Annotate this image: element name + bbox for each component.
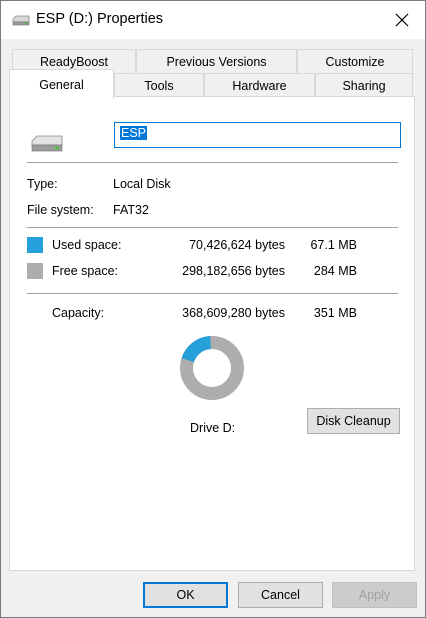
tab-customize[interactable]: Customize [297, 49, 413, 73]
properties-window: ESP (D:) Properties ReadyBoost Previous … [0, 0, 426, 618]
tab-tools[interactable]: Tools [114, 73, 204, 97]
capacity-bytes: 368,609,280 bytes [182, 306, 285, 320]
drive-large-icon [31, 135, 63, 152]
free-space-bytes: 298,182,656 bytes [182, 264, 285, 278]
used-space-bytes: 70,426,624 bytes [189, 238, 285, 252]
drive-name-input[interactable]: ESP [114, 122, 401, 148]
cancel-button[interactable]: Cancel [238, 582, 323, 608]
file-system-value: FAT32 [113, 203, 149, 217]
used-space-arc [181, 336, 212, 363]
separator [27, 293, 398, 294]
drive-name-text: ESP [120, 126, 148, 140]
usage-donut-chart [180, 336, 244, 400]
drive-icon [12, 15, 30, 26]
tab-previous-versions[interactable]: Previous Versions [136, 49, 297, 73]
apply-button[interactable]: Apply [332, 582, 417, 608]
used-space-swatch [27, 237, 43, 253]
capacity-label: Capacity: [52, 306, 105, 320]
separator [27, 162, 398, 163]
used-space-label: Used space: [52, 238, 122, 252]
general-panel: ESP Type: Local Disk File system: FAT32 … [9, 96, 415, 571]
tab-general[interactable]: General [9, 69, 114, 99]
free-space-size: 284 MB [313, 264, 357, 278]
tab-hardware[interactable]: Hardware [204, 73, 315, 97]
type-value: Local Disk [113, 177, 171, 191]
file-system-label: File system: [27, 203, 94, 217]
ok-button[interactable]: OK [143, 582, 228, 608]
type-label: Type: [27, 177, 58, 191]
drive-letter-label: Drive D: [190, 421, 236, 435]
free-space-swatch [27, 263, 43, 279]
free-space-label: Free space: [52, 264, 119, 278]
separator [27, 227, 398, 228]
tab-sharing[interactable]: Sharing [315, 73, 413, 97]
close-button[interactable] [379, 1, 425, 39]
used-space-size: 67.1 MB [310, 238, 357, 252]
capacity-size: 351 MB [313, 306, 357, 320]
window-title: ESP (D:) Properties [36, 11, 164, 27]
close-icon [395, 13, 409, 27]
disk-cleanup-button[interactable]: Disk Cleanup [307, 408, 400, 434]
title-bar: ESP (D:) Properties [1, 1, 425, 39]
